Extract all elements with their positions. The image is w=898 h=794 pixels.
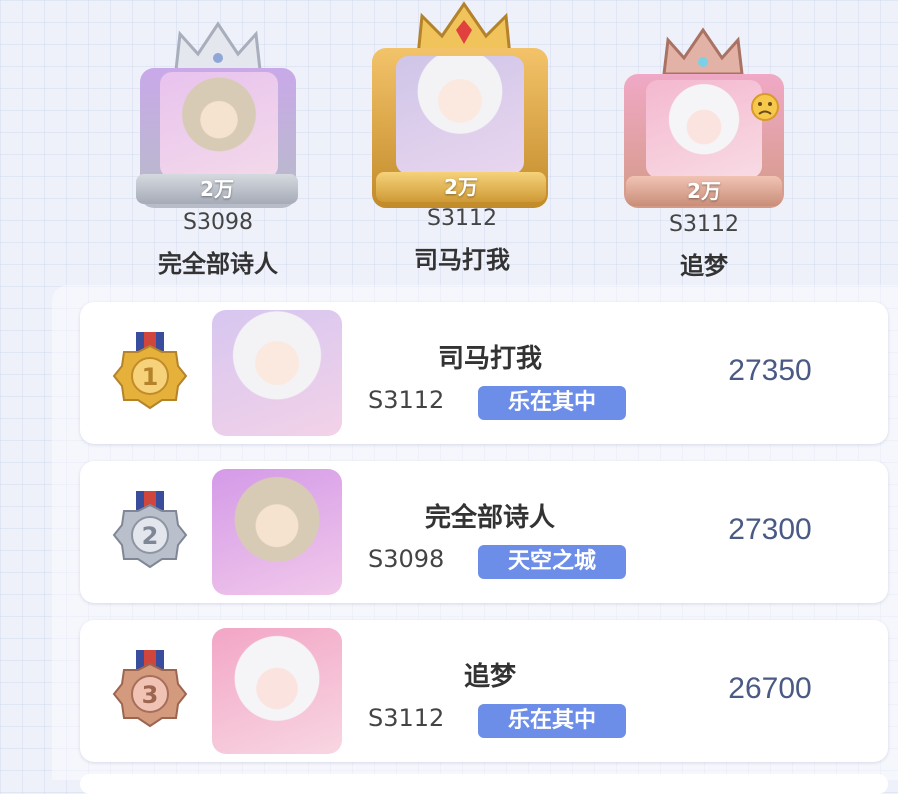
- ranking-row-4-partial[interactable]: [80, 774, 888, 794]
- bronze-medal-icon: 3: [112, 650, 188, 728]
- podium-server-third: S3112: [669, 212, 739, 237]
- rank-number: 3: [142, 681, 159, 709]
- rank-number: 2: [142, 522, 159, 550]
- player-score: 27350: [728, 354, 812, 387]
- podium-badge-second: 2万: [136, 174, 298, 204]
- guild-tag: 乐在其中: [478, 386, 626, 420]
- podium-badge-first: 2万: [376, 172, 546, 202]
- podium-server-first: S3112: [427, 206, 497, 231]
- player-name: 司马打我: [437, 344, 542, 374]
- ranking-row-2[interactable]: 2 完全部诗人 S3098 天空之城 27300: [80, 461, 888, 603]
- podium-server-second: S3098: [183, 210, 253, 235]
- player-avatar-third: [646, 80, 762, 178]
- guild-tag: 天空之城: [478, 545, 626, 579]
- player-avatar: [212, 469, 342, 595]
- player-name: 完全部诗人: [424, 503, 555, 533]
- podium-name-second: 完全部诗人: [158, 250, 278, 278]
- guild-tag: 乐在其中: [478, 704, 626, 738]
- player-avatar: [212, 628, 342, 754]
- rank-number: 1: [142, 363, 159, 391]
- player-name: 追梦: [463, 662, 516, 692]
- player-score: 27300: [728, 513, 812, 546]
- sad-face-icon: [751, 93, 779, 121]
- silver-medal-icon: 2: [112, 491, 188, 569]
- player-server: S3112: [368, 704, 445, 732]
- podium-name-third: 追梦: [680, 252, 728, 280]
- gold-medal-icon: 1: [112, 332, 188, 410]
- player-server: S3112: [368, 386, 445, 414]
- player-avatar: [212, 310, 342, 436]
- player-score: 26700: [728, 672, 812, 705]
- bronze-crown-icon: [662, 27, 744, 76]
- podium-badge-third: 2万: [626, 176, 782, 206]
- ranking-row-1[interactable]: 1 司马打我 S3112 乐在其中 27350: [80, 302, 888, 444]
- player-avatar-second: [160, 72, 278, 178]
- player-server: S3098: [368, 545, 445, 573]
- player-avatar-first: [396, 56, 524, 174]
- ranking-row-3[interactable]: 3 追梦 S3112 乐在其中 26700: [80, 620, 888, 762]
- podium-name-first: 司马打我: [414, 246, 510, 274]
